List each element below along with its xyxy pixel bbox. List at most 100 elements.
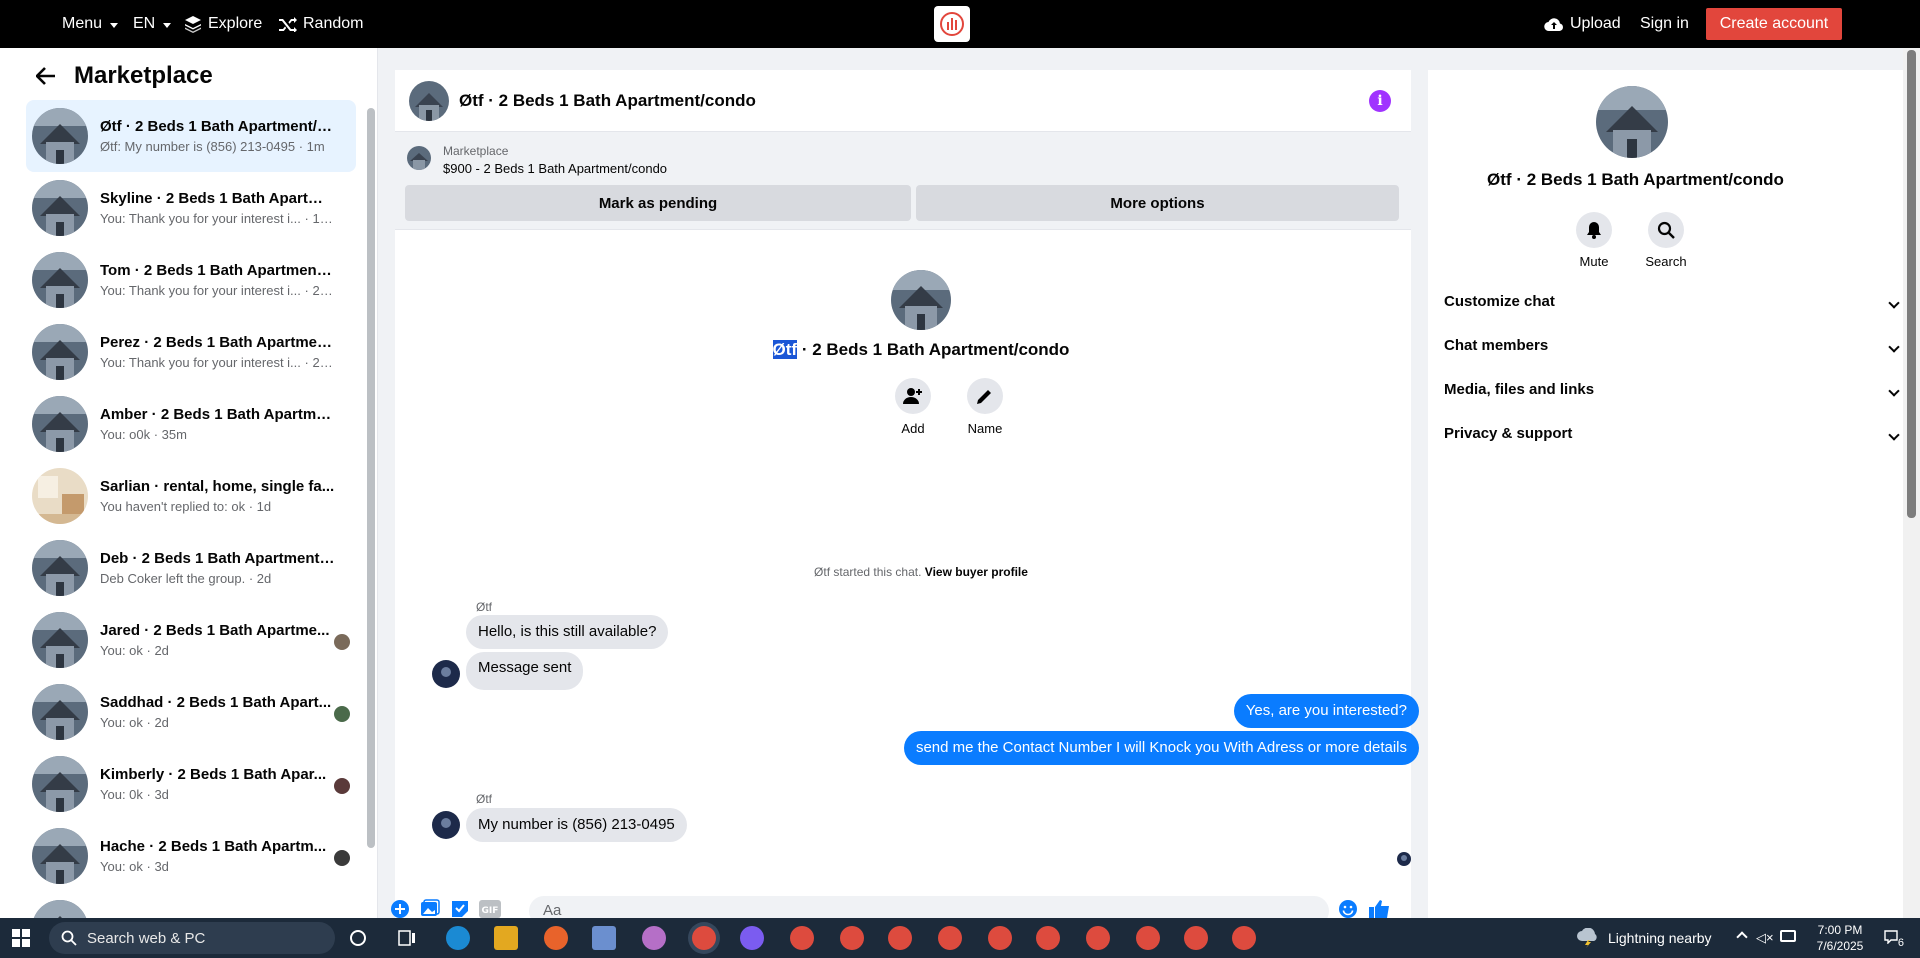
random-link[interactable]: Random <box>279 0 363 48</box>
conversation-item[interactable]: Jared · 2 Beds 1 Bath Apartme... You: ok … <box>26 604 356 676</box>
intro-avatar[interactable] <box>891 270 951 330</box>
conversation-name: Tom · 2 Beds 1 Bath Apartment/... <box>100 261 336 279</box>
search-action[interactable]: Search <box>1636 212 1696 269</box>
gif-icon[interactable]: GIF <box>479 898 501 918</box>
paint-icon[interactable] <box>642 926 666 950</box>
message-composer: GIF Aa <box>377 890 1429 918</box>
site-logo[interactable] <box>934 6 970 42</box>
chrome-profile-icon[interactable] <box>1232 926 1256 950</box>
add-action[interactable]: Add <box>883 378 943 436</box>
message-input[interactable]: Aa <box>529 896 1329 918</box>
chrome-profile-icon[interactable] <box>888 926 912 950</box>
top-navigation-bar: Menu EN Explore Random Upload Sign in Cr… <box>0 0 1920 48</box>
conversation-avatar <box>32 828 88 884</box>
chrome-profile-icon[interactable] <box>988 926 1012 950</box>
page-scrollbar[interactable] <box>1903 48 1920 918</box>
customize-chat-section[interactable]: Customize chat <box>1444 280 1900 324</box>
sender-avatar[interactable] <box>432 811 460 839</box>
create-account-button[interactable]: Create account <box>1706 8 1842 40</box>
chrome-profile-icon[interactable] <box>1086 926 1110 950</box>
conversation-item[interactable]: Amber · 2 Beds 1 Bath Apartmen... You: o0… <box>26 388 356 460</box>
chrome-icon[interactable] <box>692 926 716 950</box>
sticker-icon[interactable] <box>449 898 471 918</box>
conversation-item[interactable]: Sarlian · rental, home, single fa... You … <box>26 460 356 532</box>
back-arrow-icon[interactable] <box>36 67 56 85</box>
taskbar-search[interactable]: Search web & PC <box>49 922 335 954</box>
edge-icon[interactable] <box>446 926 470 950</box>
conversation-item[interactable]: Skyline · 2 Beds 1 Bath Apartme... You: T… <box>26 172 356 244</box>
conversation-texts: Sarlian · rental, home, single fa... You … <box>100 477 336 516</box>
explore-link[interactable]: Explore <box>184 0 262 48</box>
chrome-profile-icon[interactable] <box>1036 926 1060 950</box>
chat-members-section[interactable]: Chat members <box>1444 324 1900 368</box>
message-bubble-outgoing[interactable]: Yes, are you interested? <box>1233 694 1419 728</box>
read-receipt-avatar <box>334 634 350 650</box>
section-label: Media, files and links <box>1444 381 1595 398</box>
view-buyer-profile-link[interactable]: View buyer profile <box>925 565 1028 579</box>
windows-start-icon[interactable] <box>12 929 30 952</box>
cortana-icon[interactable] <box>350 930 366 946</box>
mute-action[interactable]: Mute <box>1564 212 1624 269</box>
conversation-item[interactable]: Kimberly · 2 Beds 1 Bath Apar... You: 0k … <box>26 748 356 820</box>
media-files-links-section[interactable]: Media, files and links <box>1444 368 1900 412</box>
signin-link[interactable]: Sign in <box>1640 0 1689 48</box>
message-bubble-outgoing[interactable]: send me the Contact Number I will Knock … <box>903 731 1419 765</box>
chrome-profile-icon[interactable] <box>1136 926 1160 950</box>
conversation-avatar <box>32 540 88 596</box>
conversation-preview: You: Thank you for your interest i... · … <box>100 210 336 226</box>
name-action[interactable]: Name <box>955 378 1015 436</box>
network-icon[interactable] <box>1780 930 1796 942</box>
page-scrollbar-thumb[interactable] <box>1907 50 1916 518</box>
upload-button[interactable]: Upload <box>1544 0 1621 48</box>
chrome-profile-icon[interactable] <box>938 926 962 950</box>
message-bubble-incoming[interactable]: My number is (856) 213-0495 <box>466 808 687 842</box>
chevron-up-icon[interactable] <box>1736 931 1748 943</box>
conversation-item[interactable]: Øtf · 2 Beds 1 Bath Apartment/c... Øtf: M… <box>26 100 356 172</box>
sender-avatar[interactable] <box>432 660 460 688</box>
conversation-item[interactable]: Owane · 2 Beds 1 Bath Apart... <box>26 892 356 918</box>
firefox-icon[interactable] <box>544 926 568 950</box>
notification-icon <box>1884 930 1898 944</box>
message-bubble-incoming[interactable]: Message sent <box>466 652 584 690</box>
speaker-muted-icon[interactable]: ◁× <box>1756 930 1774 946</box>
photo-icon[interactable] <box>419 898 441 918</box>
notepad-icon[interactable] <box>592 926 616 950</box>
shuffle-icon <box>279 17 297 32</box>
details-avatar[interactable] <box>1596 86 1668 158</box>
signin-label: Sign in <box>1640 15 1689 32</box>
conversation-item[interactable]: Perez · 2 Beds 1 Bath Apartment... You: T… <box>26 316 356 388</box>
clock[interactable]: 7:00 PM 7/6/2025 <box>1800 922 1880 954</box>
conversation-item[interactable]: Deb · 2 Beds 1 Bath Apartment/... Deb Cok… <box>26 532 356 604</box>
plus-circle-icon[interactable] <box>389 898 411 918</box>
conversation-texts: Deb · 2 Beds 1 Bath Apartment/... Deb Cok… <box>100 549 336 588</box>
messenger-frame: Marketplace Øtf · 2 Beds 1 Bath Apartmen… <box>18 48 1903 918</box>
notification-center[interactable]: 6 <box>1884 928 1904 949</box>
conversation-item[interactable]: Saddhad · 2 Beds 1 Bath Apart... You: ok … <box>26 676 356 748</box>
intro-title-highlight: Øtf <box>772 340 798 359</box>
messenger-icon[interactable] <box>740 926 764 950</box>
emoji-icon[interactable] <box>1337 898 1359 918</box>
conversation-texts: Skyline · 2 Beds 1 Bath Apartme... You: T… <box>100 189 336 228</box>
message-bubble-incoming[interactable]: Hello, is this still available? <box>466 615 669 649</box>
thumbs-up-icon[interactable] <box>1369 898 1391 918</box>
chrome-profile-icon[interactable] <box>790 926 814 950</box>
chrome-profile-icon[interactable] <box>840 926 864 950</box>
scrollbar-thumb[interactable] <box>367 108 375 848</box>
started-text: Øtf started this chat. <box>814 565 922 579</box>
chrome-profile-icon[interactable] <box>1184 926 1208 950</box>
language-dropdown[interactable]: EN <box>133 0 172 48</box>
conversation-texts: Øtf · 2 Beds 1 Bath Apartment/c... Øtf: M… <box>100 117 336 156</box>
weather-widget[interactable]: Lightning nearby <box>1576 918 1712 958</box>
conversation-texts: Kimberly · 2 Beds 1 Bath Apar... You: 0k … <box>100 765 336 804</box>
sidebar-scrollbar[interactable] <box>367 100 375 908</box>
privacy-support-section[interactable]: Privacy & support <box>1444 412 1900 456</box>
clock-time: 7:00 PM <box>1817 923 1863 937</box>
pencil-icon <box>967 378 1003 414</box>
notification-count: 6 <box>1897 937 1904 949</box>
conversation-item[interactable]: Hache · 2 Beds 1 Bath Apartm... You: ok ·… <box>26 820 356 892</box>
search-icon <box>1648 212 1684 248</box>
conversation-item[interactable]: Tom · 2 Beds 1 Bath Apartment/... You: Th… <box>26 244 356 316</box>
task-view-icon[interactable] <box>398 930 416 951</box>
file-explorer-icon[interactable] <box>494 926 518 950</box>
menu-dropdown[interactable]: Menu <box>62 0 119 48</box>
